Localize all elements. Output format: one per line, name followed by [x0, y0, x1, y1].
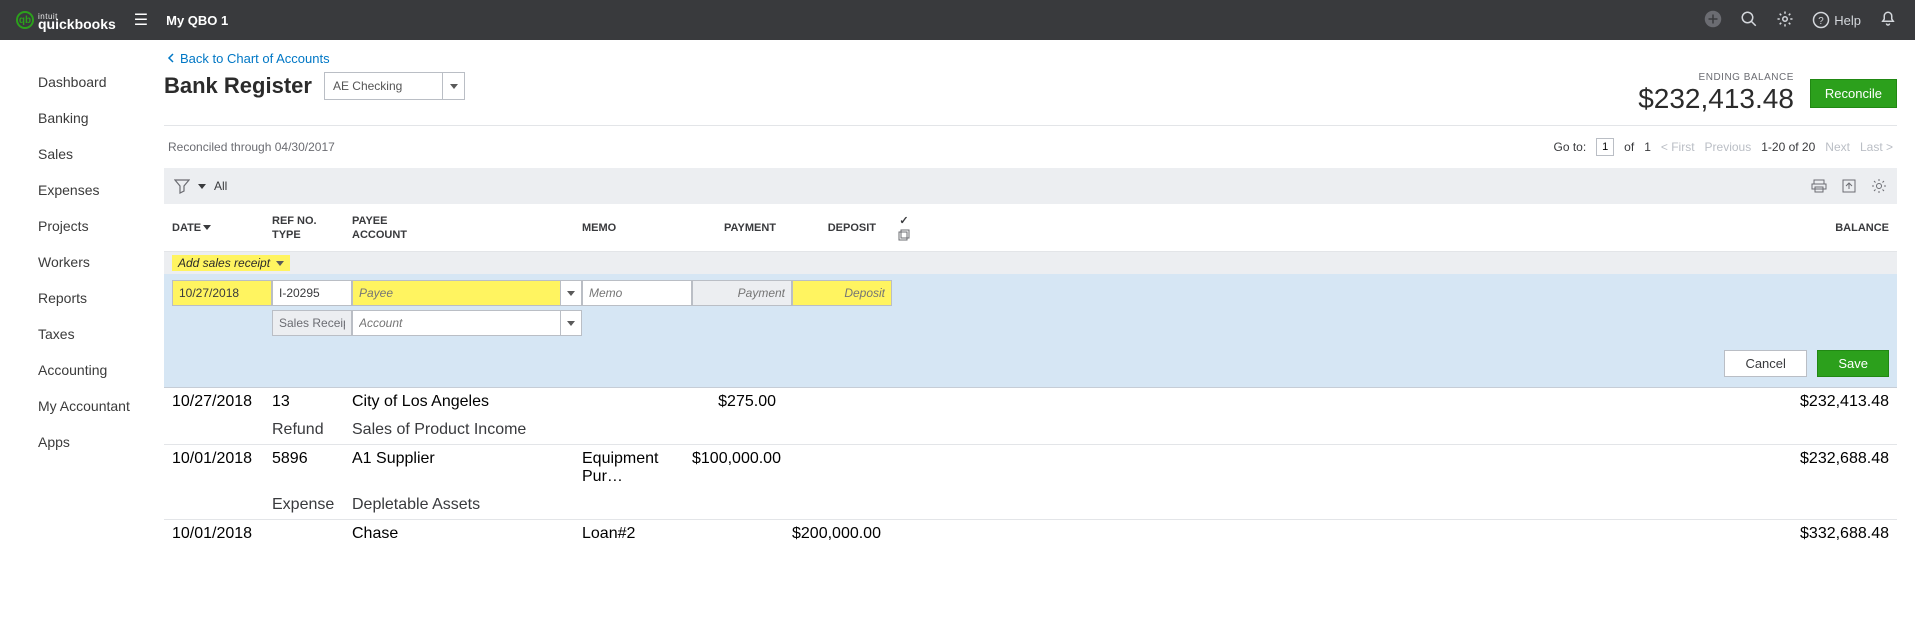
edit-ref-input[interactable] [272, 280, 352, 306]
edit-payment-input [692, 280, 792, 306]
edit-deposit-input[interactable] [792, 280, 892, 306]
goto-label: Go to: [1553, 140, 1586, 154]
filter-caret-icon[interactable] [198, 184, 206, 189]
sidebar: Dashboard Banking Sales Expenses Project… [0, 40, 164, 620]
add-row: Add sales receipt [164, 252, 1897, 274]
col-memo: MEMO [582, 222, 676, 234]
funnel-icon[interactable] [174, 178, 190, 194]
edit-payee-input[interactable] [352, 280, 560, 306]
chevron-down-icon [442, 73, 464, 99]
of-label: of [1624, 140, 1634, 154]
hamburger-icon[interactable]: ☰ [134, 10, 148, 30]
add-sales-receipt[interactable]: Add sales receipt [172, 255, 290, 271]
ending-balance-value: $232,413.48 [1638, 83, 1794, 115]
sort-caret-icon [203, 225, 211, 230]
pager-last[interactable]: Last > [1860, 140, 1893, 154]
bell-icon[interactable] [1879, 10, 1897, 31]
col-ref: REF NO. [272, 215, 336, 227]
sidebar-item-workers[interactable]: Workers [0, 244, 164, 280]
col-payment: PAYMENT [724, 222, 776, 234]
table-row[interactable]: 10/27/2018 13 City of Los Angeles $275.0… [164, 388, 1897, 445]
pager: Go to: of 1 < First Previous 1-20 of 20 … [1553, 138, 1893, 156]
chevron-left-icon [166, 53, 176, 63]
sidebar-item-banking[interactable]: Banking [0, 100, 164, 136]
sidebar-item-reports[interactable]: Reports [0, 280, 164, 316]
edit-type-field [272, 310, 352, 336]
chevron-down-icon [276, 261, 284, 266]
company-name: My QBO 1 [166, 13, 228, 28]
filter-all[interactable]: All [214, 179, 227, 193]
add-icon[interactable] [1704, 10, 1722, 31]
col-date[interactable]: DATE [172, 222, 201, 234]
export-icon[interactable] [1841, 178, 1857, 194]
brand-big: quickbooks [38, 20, 116, 29]
edit-account-input[interactable] [352, 310, 560, 336]
qb-logo: qb intuit quickbooks [16, 11, 116, 29]
account-dropdown-button[interactable] [560, 310, 582, 336]
reconciled-through: Reconciled through 04/30/2017 [168, 140, 335, 154]
pager-next[interactable]: Next [1825, 140, 1850, 154]
col-account: ACCOUNT [352, 229, 566, 241]
total-pages: 1 [1644, 140, 1651, 154]
search-icon[interactable] [1740, 10, 1758, 31]
sidebar-item-apps[interactable]: Apps [0, 424, 164, 460]
pager-prev[interactable]: Previous [1705, 140, 1752, 154]
payee-dropdown-button[interactable] [560, 280, 582, 306]
col-balance: BALANCE [1835, 222, 1889, 234]
account-select[interactable]: AE Checking [324, 72, 465, 100]
sidebar-item-sales[interactable]: Sales [0, 136, 164, 172]
svg-text:?: ? [1819, 16, 1825, 27]
print-icon[interactable] [1811, 178, 1827, 194]
ending-balance-label: ENDING BALANCE [1638, 72, 1794, 83]
sidebar-item-dashboard[interactable]: Dashboard [0, 64, 164, 100]
top-bar: qb intuit quickbooks ☰ My QBO 1 ? Help [0, 0, 1915, 40]
check-icon: ✓ [899, 214, 908, 227]
table-header: DATE REF NO. TYPE PAYEE ACCOUNT MEMO PAY… [164, 204, 1897, 252]
table-row[interactable]: 10/01/2018 Chase Loan#2 $200,000.00 $332… [164, 520, 1897, 548]
help-label: Help [1834, 13, 1861, 28]
qb-mark-icon: qb [16, 11, 34, 29]
help-button[interactable]: ? Help [1812, 11, 1861, 29]
table-row[interactable]: 10/01/2018 5896 A1 Supplier Equipment Pu… [164, 445, 1897, 520]
sidebar-item-expenses[interactable]: Expenses [0, 172, 164, 208]
col-type: TYPE [272, 229, 336, 241]
pager-range: 1-20 of 20 [1761, 140, 1815, 154]
page-title: Bank Register [164, 73, 312, 99]
sidebar-item-taxes[interactable]: Taxes [0, 316, 164, 352]
goto-input[interactable] [1596, 138, 1614, 156]
edit-memo-input[interactable] [582, 280, 692, 306]
sidebar-item-projects[interactable]: Projects [0, 208, 164, 244]
reconcile-button[interactable]: Reconcile [1810, 79, 1897, 108]
cancel-button[interactable]: Cancel [1724, 350, 1806, 377]
save-button[interactable]: Save [1817, 350, 1889, 377]
col-deposit: DEPOSIT [828, 222, 876, 234]
back-link[interactable]: Back to Chart of Accounts [166, 51, 330, 66]
brand-small: intuit [38, 12, 116, 21]
col-payee: PAYEE [352, 215, 566, 227]
sidebar-item-accounting[interactable]: Accounting [0, 352, 164, 388]
settings-icon[interactable] [1871, 178, 1887, 194]
batch-icon[interactable] [898, 229, 910, 241]
pager-first[interactable]: < First [1661, 140, 1695, 154]
gear-icon[interactable] [1776, 10, 1794, 31]
edit-date-input[interactable] [172, 280, 272, 306]
sidebar-item-my-accountant[interactable]: My Accountant [0, 388, 164, 424]
edit-row: Cancel Save [164, 274, 1897, 388]
